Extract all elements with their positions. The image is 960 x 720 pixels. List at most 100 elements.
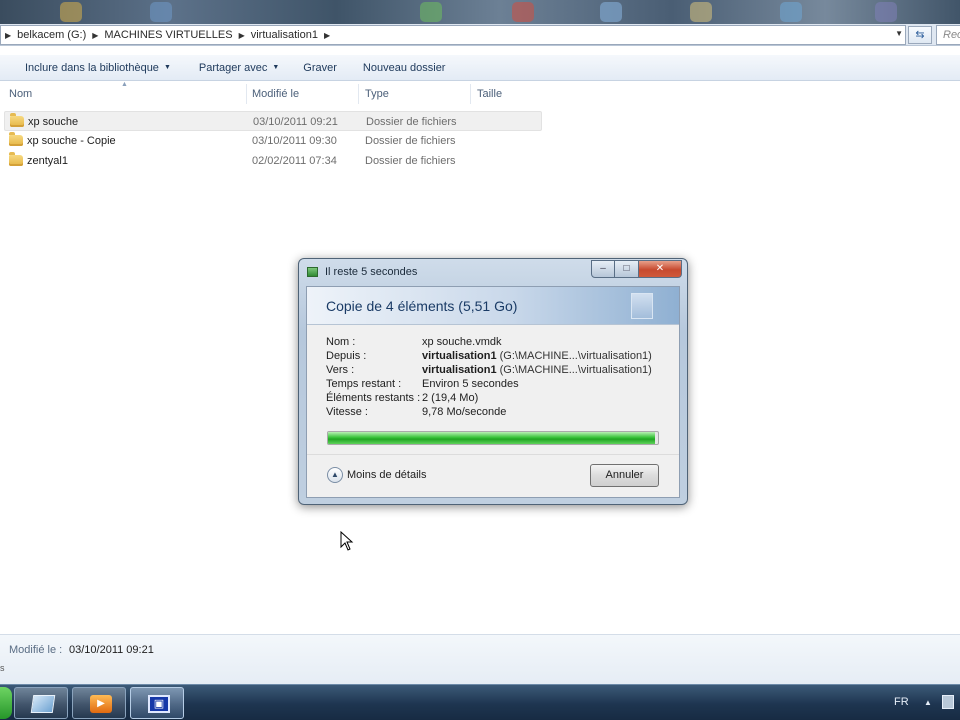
file-name: zentyal1: [27, 155, 68, 167]
column-header: ▲ Nom Modifié le Type Taille: [0, 81, 545, 106]
chevron-down-icon[interactable]: ▼: [895, 29, 903, 38]
taskbar: ▶ ▣ FR ▲: [0, 684, 960, 720]
cancel-button[interactable]: Annuler: [590, 464, 659, 487]
minimize-button[interactable]: –: [591, 260, 615, 278]
share-with-button[interactable]: Partager avec ▼: [199, 62, 279, 74]
maximize-button[interactable]: □: [615, 260, 639, 278]
background-icon: [600, 2, 622, 22]
burn-button[interactable]: Graver: [303, 62, 337, 74]
start-button[interactable]: [0, 687, 12, 719]
refresh-icon: ⇆: [915, 29, 925, 41]
taskbar-virtual-machine[interactable]: ▣: [130, 687, 184, 719]
folder-icon: [9, 152, 23, 166]
file-name: xp souche - Copie: [27, 135, 116, 147]
column-divider[interactable]: [246, 84, 247, 104]
to-path: (G:\MACHINE...\virtualisation1): [499, 364, 652, 376]
include-library-button[interactable]: Inclure dans la bibliothèque ▼: [25, 62, 171, 74]
breadcrumb-machines[interactable]: MACHINES VIRTUELLES: [104, 29, 232, 41]
minimize-icon: –: [600, 263, 606, 274]
to-folder: virtualisation1: [422, 364, 497, 376]
file-modified: 02/02/2011 07:34: [252, 155, 337, 167]
from-label: Depuis :: [326, 350, 367, 362]
copy-progress-dialog: Il reste 5 secondes – □ ✕ Copie de 4 élé…: [298, 258, 688, 505]
items-remaining-label: Éléments restants :: [326, 392, 421, 404]
copy-heading: Copie de 4 éléments (5,51 Go): [326, 298, 518, 314]
media-player-icon: ▶: [90, 695, 112, 713]
action-center-flag-icon[interactable]: [942, 695, 954, 709]
mouse-cursor-icon: [340, 531, 354, 551]
language-indicator[interactable]: FR: [894, 696, 909, 708]
breadcrumb-arrow-icon[interactable]: ▶: [5, 31, 11, 40]
dialog-footer: ▲ Moins de détails Annuler: [307, 454, 679, 498]
breadcrumb-arrow-icon[interactable]: ▶: [324, 31, 330, 40]
time-remaining-label: Temps restant :: [326, 378, 402, 390]
windows-explorer-icon: [30, 695, 56, 713]
details-modified-value: 03/10/2011 09:21: [69, 644, 154, 656]
column-name[interactable]: Nom: [9, 88, 32, 100]
virtual-machine-icon: ▣: [148, 695, 170, 713]
dialog-body: Copie de 4 éléments (5,51 Go) Nom : xp s…: [306, 286, 680, 498]
breadcrumb-virtualisation1[interactable]: virtualisation1: [251, 29, 318, 41]
burn-label: Graver: [303, 61, 337, 74]
background-icon: [875, 2, 897, 22]
column-type[interactable]: Type: [365, 88, 389, 100]
background-icon: [60, 2, 82, 22]
speed-label: Vitesse :: [326, 406, 368, 418]
dialog-banner: Copie de 4 éléments (5,51 Go): [307, 287, 679, 325]
file-name: xp souche: [28, 116, 79, 128]
from-value[interactable]: virtualisation1 (G:\MACHINE...\virtualis…: [422, 350, 652, 362]
file-modified: 03/10/2011 09:30: [252, 135, 337, 147]
close-button[interactable]: ✕: [639, 260, 682, 278]
include-library-label: Inclure dans la bibliothèque: [25, 61, 159, 74]
taskbar-explorer[interactable]: [14, 687, 68, 719]
from-path: (G:\MACHINE...\virtualisation1): [499, 350, 652, 362]
background-icon: [420, 2, 442, 22]
to-label: Vers :: [326, 364, 355, 376]
window-controls: – □ ✕: [591, 260, 682, 278]
chevron-down-icon: ▼: [272, 64, 280, 71]
address-bar[interactable]: ▶ belkacem (G:) ▶ MACHINES VIRTUELLES ▶ …: [0, 25, 906, 45]
details-pane: Modifié le : 03/10/2011 09:21 s: [0, 634, 960, 684]
close-icon: ✕: [655, 263, 665, 274]
file-row[interactable]: zentyal1 02/02/2011 07:34 Dossier de fic…: [4, 151, 542, 171]
dialog-title: Il reste 5 secondes: [325, 266, 418, 278]
name-label: Nom :: [326, 336, 356, 348]
column-modified[interactable]: Modifié le: [252, 88, 299, 100]
command-bar: Inclure dans la bibliothèque ▼ Partager a…: [0, 55, 960, 81]
file-row[interactable]: xp souche 03/10/2011 09:21 Dossier de fi…: [4, 111, 542, 131]
chevron-up-icon[interactable]: ▲: [327, 467, 343, 483]
refresh-button[interactable]: ⇆: [908, 26, 932, 44]
taskbar-media-player[interactable]: ▶: [72, 687, 126, 719]
address-row: ▶ belkacem (G:) ▶ MACHINES VIRTUELLES ▶ …: [0, 24, 960, 46]
to-value[interactable]: virtualisation1 (G:\MACHINE...\virtualis…: [422, 364, 652, 376]
copy-progress-bar: [327, 431, 659, 445]
file-row[interactable]: xp souche - Copie 03/10/2011 09:30 Dossi…: [4, 131, 542, 151]
breadcrumb-arrow-icon[interactable]: ▶: [239, 31, 245, 40]
breadcrumb-arrow-icon[interactable]: ▶: [92, 31, 98, 40]
details-fragment: s: [0, 663, 5, 673]
new-folder-label: Nouveau dossier: [362, 61, 446, 74]
new-folder-button[interactable]: Nouveau dossier: [363, 62, 446, 74]
breadcrumb-drive[interactable]: belkacem (G:): [17, 29, 86, 41]
sort-up-icon: ▲: [121, 81, 128, 88]
time-remaining-value: Environ 5 secondes: [422, 378, 519, 390]
background-icon: [690, 2, 712, 22]
less-details-link[interactable]: Moins de détails: [347, 469, 427, 481]
search-input[interactable]: Rec: [936, 25, 960, 45]
column-divider[interactable]: [470, 84, 471, 104]
copy-icon: [307, 267, 318, 277]
file-type: Dossier de fichiers: [366, 116, 457, 128]
column-size[interactable]: Taille: [477, 88, 502, 100]
folder-icon: [10, 113, 24, 127]
chevron-down-icon: ▼: [163, 64, 171, 71]
details-modified-label: Modifié le :: [9, 644, 63, 656]
file-modified: 03/10/2011 09:21: [253, 116, 338, 128]
show-hidden-icons-icon[interactable]: ▲: [924, 698, 932, 707]
maximize-icon: □: [623, 263, 630, 274]
share-with-label: Partager avec: [198, 61, 268, 74]
name-value: xp souche.vmdk: [422, 336, 502, 348]
column-divider[interactable]: [358, 84, 359, 104]
background-icon: [150, 2, 172, 22]
background-icon: [780, 2, 802, 22]
document-icon: [631, 293, 653, 319]
